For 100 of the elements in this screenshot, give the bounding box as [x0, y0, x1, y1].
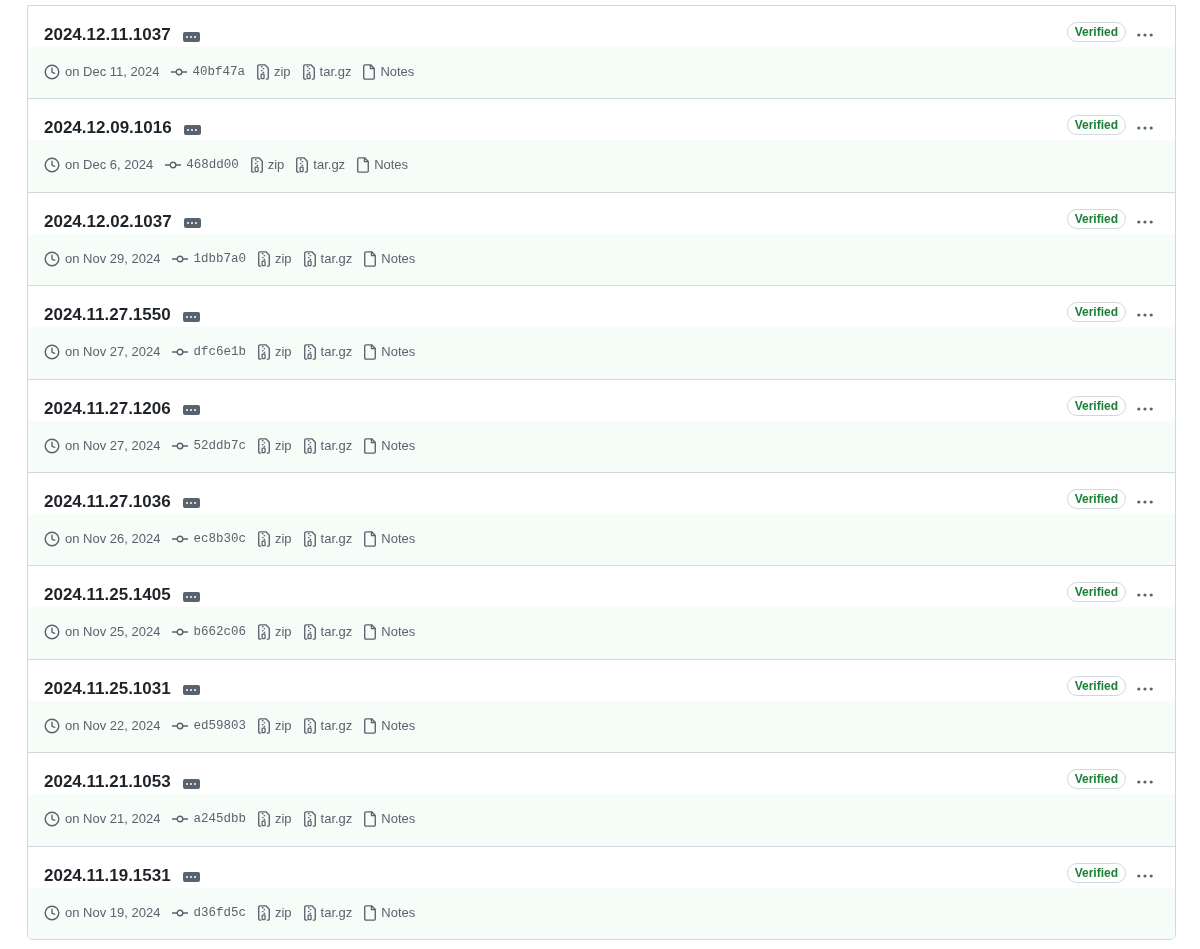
commit-icon	[172, 721, 189, 730]
download-link[interactable]: zip	[256, 62, 291, 82]
commit-icon	[172, 348, 189, 357]
download-link[interactable]: tar.gz	[303, 342, 353, 363]
release-title-link[interactable]: 2024.12.09.1016	[44, 116, 172, 141]
zip-file-icon	[303, 624, 316, 641]
commit-icon	[172, 908, 189, 917]
release-date: on Nov 26, 2024	[65, 529, 161, 548]
commit-hash-link[interactable]: d36fd5c	[193, 902, 246, 923]
download-link[interactable]: zip	[257, 435, 292, 456]
download-link[interactable]: zip	[257, 902, 292, 923]
release-title-link[interactable]: 2024.11.27.1550	[44, 303, 171, 328]
expand-text-button[interactable]	[182, 311, 200, 322]
verified-badge[interactable]: Verified	[1066, 675, 1126, 696]
download-link[interactable]: zip	[250, 155, 285, 176]
notes-link[interactable]: Notes	[364, 902, 416, 923]
release-title-link[interactable]: 2024.11.27.1036	[44, 489, 171, 514]
zip-file-icon	[250, 157, 263, 174]
zip-file-icon	[303, 530, 316, 547]
notes-link[interactable]: Notes	[364, 248, 416, 269]
commit-hash-link[interactable]: ed59803	[193, 715, 246, 736]
ellipsis-icon	[1137, 873, 1153, 878]
download-link[interactable]: tar.gz	[303, 248, 353, 269]
notes-link[interactable]: Notes	[364, 715, 416, 736]
expand-text-button[interactable]	[182, 778, 200, 789]
download-link[interactable]: tar.gz	[303, 528, 353, 549]
expand-text-button[interactable]	[182, 685, 200, 696]
expand-text-button[interactable]	[183, 218, 201, 229]
release-date: on Nov 27, 2024	[65, 343, 161, 362]
download-link[interactable]: tar.gz	[303, 622, 353, 643]
zip-file-icon	[257, 250, 270, 267]
verified-badge[interactable]: Verified	[1066, 302, 1126, 323]
release-title-link[interactable]: 2024.11.21.1053	[44, 770, 171, 795]
expand-text-button[interactable]	[182, 872, 200, 882]
notes-link[interactable]: Notes	[364, 622, 416, 643]
notes-link[interactable]: Notes	[364, 342, 416, 363]
file-icon	[364, 717, 377, 734]
commit-hash-link[interactable]: 52ddb7c	[193, 435, 246, 456]
notes-link[interactable]: Notes	[364, 435, 416, 456]
notes-link[interactable]: Notes	[363, 62, 415, 82]
download-link[interactable]: tar.gz	[303, 902, 353, 923]
download-link[interactable]: zip	[257, 528, 292, 549]
file-icon	[364, 250, 377, 267]
verified-badge[interactable]: Verified	[1066, 208, 1126, 229]
release-title-link[interactable]: 2024.11.25.1405	[44, 583, 171, 608]
commit-hash-link[interactable]: 40bf47a	[192, 62, 245, 82]
commit-icon	[172, 254, 189, 263]
commit-hash-link[interactable]: 468dd00	[186, 155, 239, 176]
commit-hash-link[interactable]: a245dbb	[193, 809, 246, 830]
expand-text-button[interactable]	[183, 124, 201, 135]
download-link[interactable]: zip	[257, 809, 292, 830]
file-icon	[364, 344, 377, 361]
notes-link[interactable]: Notes	[364, 809, 416, 830]
expand-text-button[interactable]	[182, 591, 200, 602]
notes-link[interactable]: Notes	[364, 528, 416, 549]
commit-icon	[172, 534, 189, 543]
zip-file-icon	[257, 344, 270, 361]
clock-icon	[44, 717, 60, 734]
ellipsis-icon	[1137, 686, 1153, 691]
download-link[interactable]: zip	[257, 342, 292, 363]
verified-badge[interactable]: Verified	[1066, 395, 1126, 416]
release-title-link[interactable]: 2024.11.27.1206	[44, 396, 171, 421]
download-link[interactable]: tar.gz	[296, 155, 346, 176]
commit-hash-link[interactable]: ec8b30c	[193, 528, 246, 549]
download-link[interactable]: tar.gz	[302, 62, 352, 82]
release-title-link[interactable]: 2024.11.19.1531	[44, 863, 171, 888]
download-link[interactable]: tar.gz	[303, 715, 353, 736]
download-link[interactable]: zip	[257, 622, 292, 643]
verified-badge[interactable]: Verified	[1066, 115, 1126, 136]
verified-badge[interactable]: Verified	[1066, 862, 1126, 883]
release-title-link[interactable]: 2024.11.25.1031	[44, 676, 171, 701]
verified-badge[interactable]: Verified	[1066, 582, 1126, 603]
ellipsis-icon	[186, 35, 197, 38]
commit-hash-link[interactable]: 1dbb7a0	[193, 248, 246, 269]
zip-file-icon	[303, 811, 316, 828]
download-link[interactable]: tar.gz	[303, 435, 353, 456]
verified-badge[interactable]: Verified	[1066, 22, 1126, 42]
verified-badge[interactable]: Verified	[1066, 769, 1126, 790]
download-link[interactable]: zip	[257, 715, 292, 736]
expand-text-button[interactable]	[182, 31, 200, 42]
release-title-link[interactable]: 2024.12.11.1037	[44, 23, 171, 47]
commit-icon	[172, 441, 189, 450]
clock-icon	[44, 344, 60, 361]
commit-icon	[172, 628, 189, 637]
notes-link[interactable]: Notes	[357, 155, 409, 176]
release-title-link[interactable]: 2024.12.02.1037	[44, 209, 172, 234]
verified-badge[interactable]: Verified	[1066, 488, 1126, 509]
file-icon	[357, 157, 370, 174]
download-link[interactable]: zip	[257, 248, 292, 269]
download-link[interactable]: tar.gz	[303, 809, 353, 830]
expand-text-button[interactable]	[182, 498, 200, 509]
commit-hash-link[interactable]: b662c06	[193, 622, 246, 643]
zip-file-icon	[303, 717, 316, 734]
file-icon	[364, 437, 377, 454]
expand-text-button[interactable]	[182, 405, 200, 416]
file-icon	[363, 64, 376, 80]
release-date: on Nov 22, 2024	[65, 716, 161, 735]
commit-hash-link[interactable]: dfc6e1b	[193, 342, 246, 363]
file-icon	[364, 811, 377, 828]
file-icon	[364, 624, 377, 641]
